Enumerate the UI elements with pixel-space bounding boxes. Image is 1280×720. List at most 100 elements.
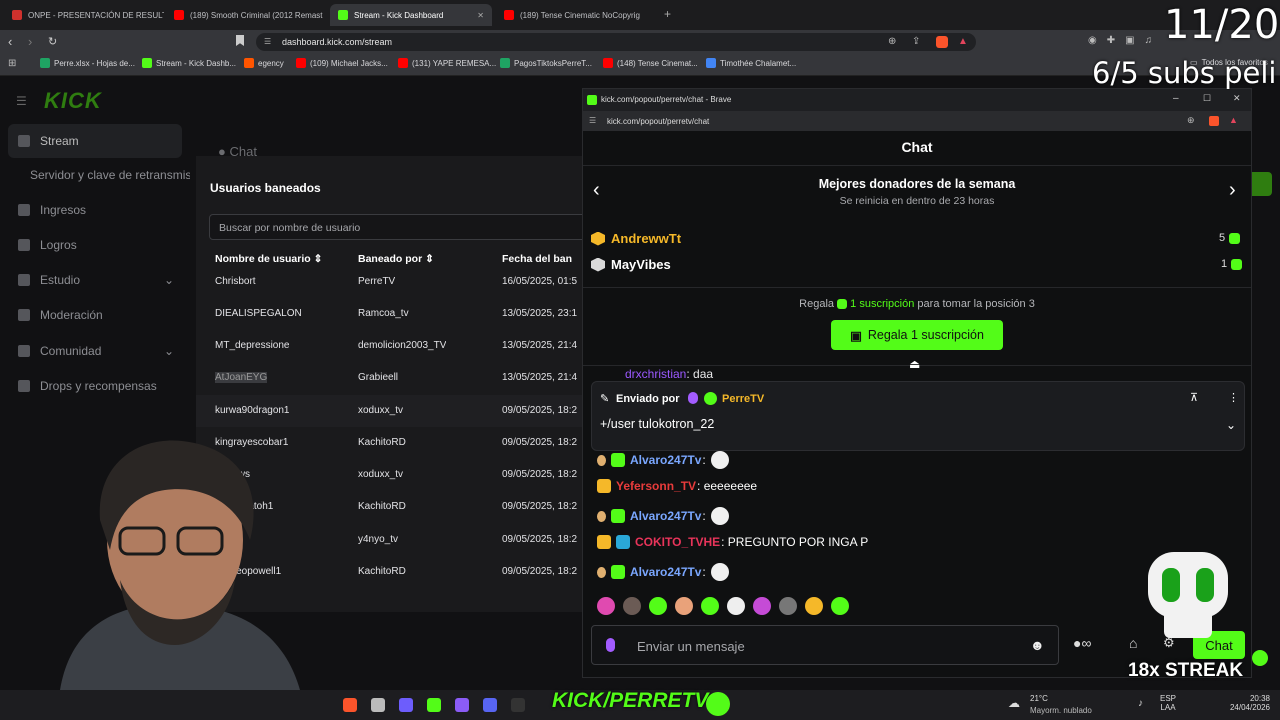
emote-icon[interactable]	[597, 597, 615, 615]
app-taskbar-icon[interactable]	[399, 698, 413, 712]
zoom-icon[interactable]: ⊕	[1187, 115, 1195, 126]
table-row[interactable]: DIEALISPEGALON Ramcoa_tv 13/05/2025, 23:1	[196, 298, 586, 330]
kick-taskbar-icon[interactable]	[427, 698, 441, 712]
emote-icon[interactable]	[701, 597, 719, 615]
table-row[interactable]: Chrisbort PerreTV 16/05/2025, 01:5	[196, 266, 586, 298]
maximize-icon[interactable]: ☐	[1203, 93, 1211, 104]
tab-tense-cinematic[interactable]: (189) Tense Cinematic NoCopyrig	[496, 4, 656, 26]
sidebar-icon[interactable]: ▣	[1125, 35, 1134, 46]
app-taskbar-icon[interactable]	[511, 698, 525, 712]
brave-rewards-icon[interactable]: ▲	[1229, 115, 1238, 125]
bookmark-item[interactable]: egency	[244, 58, 284, 68]
menu-icon[interactable]: ☰	[16, 94, 27, 108]
gift-sub-button[interactable]: ▣ Regala 1 suscripción	[831, 320, 1003, 350]
emote-icon[interactable]	[831, 597, 849, 615]
col-username[interactable]: Nombre de usuario ⇕	[215, 253, 322, 265]
emote-icon[interactable]	[753, 597, 771, 615]
chat-username[interactable]: Alvaro247Tv	[630, 509, 701, 523]
reload-icon[interactable]: ↻	[48, 35, 57, 48]
brave-shields-icon[interactable]	[936, 36, 948, 48]
extension-icon[interactable]: ◉	[1088, 35, 1097, 46]
url-field[interactable]: ☰ dashboard.kick.com/stream ⊕ ⇪ ▲	[256, 33, 976, 51]
nav-drops[interactable]: Drops y recompensas	[8, 369, 182, 403]
bookmark-icon[interactable]	[236, 35, 244, 46]
chevron-down-icon[interactable]: ⌄	[1226, 418, 1236, 432]
tab-onpe[interactable]: ONPE - PRESENTACIÓN DE RESULTAD	[4, 4, 164, 26]
donor-row[interactable]: MayVibes	[591, 257, 671, 272]
emote-icon[interactable]	[649, 597, 667, 615]
chat-username[interactable]: Alvaro247Tv	[630, 453, 701, 467]
table-row[interactable]: kurwa90dragon1 xoduxx_tv 09/05/2025, 18:2	[196, 395, 586, 427]
emote-icon[interactable]	[727, 597, 745, 615]
apps-grid-icon[interactable]: ⊞	[8, 58, 16, 69]
bookmark-item[interactable]: Perre.xlsx - Hojas de...	[40, 58, 135, 68]
nav-revenue[interactable]: Ingresos	[8, 193, 182, 227]
table-row[interactable]: AtJoanEYG Grabieell 13/05/2025, 21:4	[196, 362, 586, 394]
language-indicator[interactable]: ESP LAA	[1160, 694, 1176, 712]
nav-server-key[interactable]: Servidor y clave de retransmisión	[8, 158, 190, 192]
nav-community[interactable]: Comunidad ⌄	[8, 334, 182, 368]
col-ban-date[interactable]: Fecha del ban	[502, 253, 572, 265]
nav-achievements[interactable]: Logros	[8, 228, 182, 262]
share-icon[interactable]: ⇪	[912, 36, 920, 47]
nav-stream[interactable]: Stream	[8, 124, 182, 158]
bookmark-item[interactable]: (109) Michael Jacks...	[296, 58, 388, 68]
minimize-icon[interactable]: –	[1173, 93, 1179, 104]
close-window-icon[interactable]: ✕	[1233, 93, 1241, 104]
collapse-icon[interactable]: ⏏	[909, 357, 920, 371]
chat-input[interactable]: Enviar un mensaje ☻	[591, 625, 1059, 665]
emote-icon[interactable]	[805, 597, 823, 615]
tab-kick-dashboard[interactable]: Stream - Kick Dashboard ✕	[330, 4, 492, 26]
bookmarks-bar: ⊞ Perre.xlsx - Hojas de... Stream - Kick…	[0, 54, 1280, 76]
chat-message[interactable]: Yefersonn_TV: eeeeeeee	[597, 479, 757, 493]
points-icon[interactable]: ●∞	[1073, 635, 1091, 651]
col-banned-by[interactable]: Baneado por ⇕	[358, 253, 434, 265]
nav-studio[interactable]: Estudio ⌄	[8, 263, 182, 297]
brave-rewards-icon[interactable]: ▲	[958, 36, 968, 47]
emote-icon[interactable]	[623, 597, 641, 615]
bookmark-item[interactable]: Stream - Kick Dashb...	[142, 58, 236, 68]
emote-icon[interactable]	[675, 597, 693, 615]
mic-tray-icon[interactable]: ♪	[1138, 698, 1143, 709]
site-info-icon[interactable]: ☰	[264, 37, 271, 46]
more-options-icon[interactable]: ⋮	[1228, 391, 1239, 404]
store-icon[interactable]: ⌂	[1129, 635, 1137, 651]
puzzle-icon[interactable]: ✚	[1107, 35, 1115, 46]
chat-message[interactable]: Alvaro247Tv:	[597, 451, 729, 469]
brave-taskbar-icon[interactable]	[343, 698, 357, 712]
chat-message[interactable]: Alvaro247Tv:	[597, 563, 729, 581]
chat-text: : eeeeeeee	[697, 479, 758, 493]
site-info-icon[interactable]: ☰	[589, 116, 596, 125]
gold-rank-icon	[591, 231, 605, 246]
chat-message[interactable]: Alvaro247Tv:	[597, 507, 729, 525]
media-icon[interactable]: ♫	[1145, 35, 1153, 46]
close-tab-icon[interactable]: ✕	[477, 11, 484, 20]
forward-icon[interactable]: ›	[28, 34, 32, 49]
discord-taskbar-icon[interactable]	[483, 698, 497, 712]
brave-shields-icon[interactable]	[1209, 116, 1219, 126]
nav-moderation[interactable]: Moderación	[8, 298, 182, 332]
app-taskbar-icon[interactable]	[371, 698, 385, 712]
zoom-icon[interactable]: ⊕	[888, 36, 896, 47]
bookmark-item[interactable]: PagosTiktoksPerreT...	[500, 58, 592, 68]
app-taskbar-icon[interactable]	[455, 698, 469, 712]
unpin-icon[interactable]: ⊼	[1190, 391, 1198, 404]
bookmark-item[interactable]: Timothée Chalamet...	[706, 58, 796, 68]
tab-smooth-criminal[interactable]: (189) Smooth Criminal (2012 Remast	[166, 4, 326, 26]
bookmark-item[interactable]: (148) Tense Cinemat...	[603, 58, 698, 68]
kick-logo[interactable]: KICK	[44, 88, 102, 114]
chat-username[interactable]: Alvaro247Tv	[630, 565, 701, 579]
bookmark-item[interactable]: (131) YAPE REMESA...	[398, 58, 496, 68]
clock[interactable]: 20:38 24/04/2026	[1220, 694, 1270, 712]
back-icon[interactable]: ‹	[8, 34, 12, 49]
chat-message[interactable]: COKITO_TVHE: PREGUNTO POR INGA P	[597, 535, 868, 549]
donor-row[interactable]: AndrewwTt	[591, 231, 681, 246]
chat-username[interactable]: COKITO_TVHE	[635, 535, 720, 549]
banned-search-input[interactable]: Buscar por nombre de usuario	[209, 214, 599, 240]
banned-by: y4nyo_tv	[358, 534, 399, 545]
chat-username[interactable]: Yefersonn_TV	[616, 479, 696, 493]
table-row[interactable]: MT_depressione demolicion2003_TV 13/05/202…	[196, 330, 586, 362]
emote-icon[interactable]	[779, 597, 797, 615]
new-tab-icon[interactable]: +	[664, 7, 671, 21]
emoji-icon[interactable]: ☻	[1030, 637, 1045, 653]
